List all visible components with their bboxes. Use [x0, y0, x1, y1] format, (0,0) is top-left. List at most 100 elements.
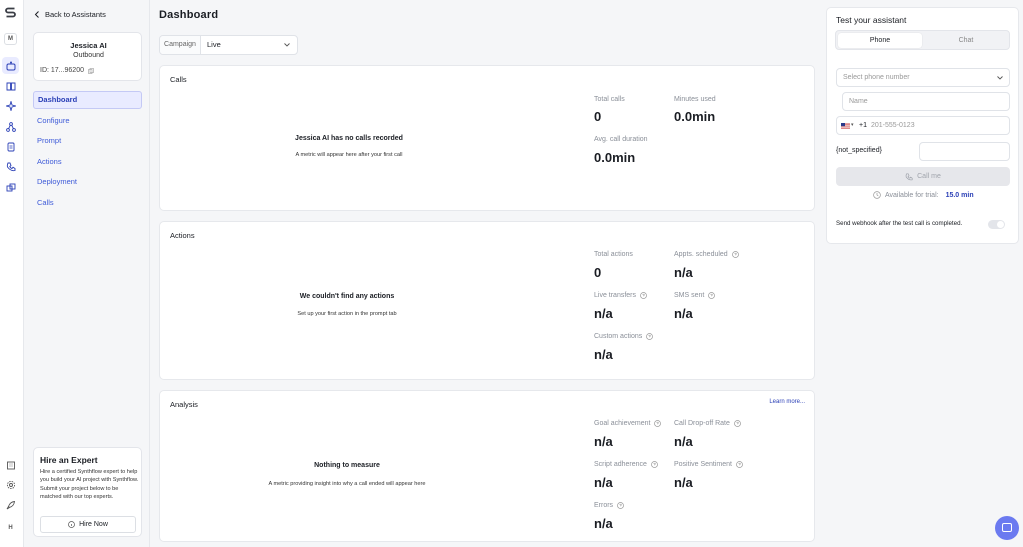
- metric-value: 0: [594, 265, 602, 280]
- back-label: Back to Assistants: [45, 10, 106, 19]
- copy-icon[interactable]: [88, 67, 94, 74]
- hire-text: Hire a certified Synthflow expert to hel…: [40, 469, 139, 500]
- nav-item-prompt[interactable]: Prompt: [33, 132, 142, 150]
- calls-empty-title: Jessica AI has no calls recorded: [295, 135, 403, 142]
- metric-value: n/a: [594, 434, 613, 449]
- user-avatar[interactable]: H: [4, 522, 17, 534]
- campaign-label: Campaign: [160, 36, 201, 54]
- phone-number-placeholder: Select phone number: [843, 74, 910, 81]
- nav-item-deployment[interactable]: Deployment: [33, 173, 142, 191]
- metric-value: n/a: [674, 475, 693, 490]
- phone-number-select[interactable]: Select phone number: [836, 68, 1010, 87]
- metric-value: n/a: [674, 434, 693, 449]
- name-input[interactable]: Name: [842, 92, 1010, 111]
- test-assistant-panel: Test your assistant Phone Chat Select ph…: [826, 7, 1019, 244]
- trial-info: Available for trial: 15.0 min: [873, 191, 974, 199]
- assistant-nav: Dashboard Configure Prompt Actions Deplo…: [33, 91, 142, 214]
- book-icon[interactable]: [2, 77, 19, 94]
- tab-chat[interactable]: Chat: [924, 33, 1008, 48]
- country-chevron: ▾: [851, 122, 854, 128]
- rocket-icon[interactable]: [2, 496, 19, 513]
- metric-value: 0.0min: [674, 109, 716, 124]
- metric-label: Errors: [594, 502, 624, 509]
- workspace-avatar[interactable]: M: [4, 33, 17, 45]
- nav-item-actions[interactable]: Actions: [33, 153, 142, 171]
- assistant-sidebar: Back to Assistants Jessica AI Outbound I…: [25, 0, 150, 547]
- actions-title: Actions: [170, 231, 195, 240]
- analysis-empty-title: Nothing to measure: [314, 462, 380, 469]
- puzzle-icon[interactable]: [2, 179, 19, 196]
- hire-title: Hire an Expert: [40, 455, 98, 465]
- agent-id: ID: 17...96200: [40, 67, 94, 74]
- assistants-icon[interactable]: [2, 57, 19, 74]
- metric-label: Total actions: [594, 251, 633, 258]
- metric-label: Script adherence: [594, 461, 658, 468]
- metric-label: Custom actions: [594, 333, 654, 340]
- clock-icon: [873, 191, 881, 199]
- call-me-button[interactable]: Call me: [836, 167, 1010, 186]
- chat-icon: [1002, 523, 1012, 532]
- calls-empty-sub: A metric will appear here after your fir…: [295, 152, 403, 158]
- actions-empty-sub: Set up your first action in the prompt t…: [297, 311, 397, 317]
- calls-panel: Calls Jessica AI has no calls recorded A…: [159, 65, 815, 211]
- synthflow-logo[interactable]: [4, 6, 17, 19]
- help-circle-icon[interactable]: [640, 292, 647, 299]
- call-me-label: Call me: [917, 173, 941, 180]
- nav-item-calls[interactable]: Calls: [33, 194, 142, 212]
- metric-label: Total calls: [594, 96, 625, 103]
- sparkle-icon[interactable]: [2, 97, 19, 114]
- phone-input[interactable]: ▾ +1 201-555-0123: [836, 116, 1010, 135]
- info-circle-icon: [68, 521, 75, 528]
- hire-now-button[interactable]: Hire Now: [40, 516, 136, 533]
- phone-placeholder: 201-555-0123: [871, 122, 915, 129]
- metric-value: n/a: [674, 306, 693, 321]
- chevron-left-icon: [34, 11, 39, 18]
- metric-label: Call Drop-off Rate: [674, 420, 741, 427]
- hire-expert-card: Hire an Expert Hire a certified Synthflo…: [33, 447, 142, 537]
- metric-value: n/a: [594, 516, 613, 531]
- main-content: Dashboard Campaign Live Calls Jessica AI…: [151, 0, 824, 547]
- nav-item-configure[interactable]: Configure: [33, 112, 142, 130]
- trial-label: Available for trial:: [885, 191, 939, 199]
- chat-widget-button[interactable]: [995, 516, 1019, 540]
- hire-now-label: Hire Now: [79, 521, 108, 528]
- us-flag-icon[interactable]: [841, 123, 850, 129]
- webhook-toggle[interactable]: [988, 220, 1005, 229]
- webhook-text: Send webhook after the test call is comp…: [836, 220, 963, 227]
- agent-id-text: ID: 17...96200: [40, 67, 84, 74]
- campaign-select[interactable]: Campaign Live: [159, 35, 298, 55]
- help-circle-icon[interactable]: [651, 461, 658, 468]
- help-circle-icon[interactable]: [617, 502, 624, 509]
- help-circle-icon[interactable]: [646, 333, 654, 340]
- learn-more-link[interactable]: Learn more...: [769, 399, 805, 405]
- phone-icon[interactable]: [2, 158, 19, 175]
- document-icon[interactable]: [2, 138, 19, 155]
- calls-title: Calls: [170, 75, 187, 84]
- help-circle-icon[interactable]: [731, 251, 739, 258]
- analysis-title: Analysis: [170, 400, 198, 409]
- help-circle-icon[interactable]: [654, 420, 662, 427]
- chevron-down-icon: [997, 76, 1003, 80]
- help-circle-icon[interactable]: [708, 292, 716, 299]
- metric-label: Minutes used: [674, 96, 716, 103]
- integrations-icon[interactable]: [2, 118, 19, 135]
- settings-icon[interactable]: [2, 476, 19, 493]
- agent-name: Jessica AI: [70, 41, 107, 50]
- building-icon[interactable]: [2, 456, 19, 473]
- icon-rail: M H: [0, 0, 24, 547]
- metric-value: n/a: [594, 306, 613, 321]
- variable-input[interactable]: [919, 142, 1010, 161]
- metric-value: 0: [594, 109, 602, 124]
- metric-value: n/a: [594, 347, 613, 362]
- back-to-assistants-link[interactable]: Back to Assistants: [34, 10, 106, 19]
- nav-item-dashboard[interactable]: Dashboard: [33, 91, 142, 109]
- actions-empty-title: We couldn't find any actions: [299, 293, 395, 300]
- agent-type: Outbound: [73, 52, 104, 59]
- help-circle-icon[interactable]: [734, 420, 741, 427]
- help-circle-icon[interactable]: [736, 461, 743, 468]
- phone-icon: [905, 172, 913, 180]
- metric-label: Live transfers: [594, 292, 647, 299]
- tab-phone[interactable]: Phone: [838, 33, 922, 48]
- metric-label: SMS sent: [674, 292, 716, 299]
- metric-value: n/a: [594, 475, 613, 490]
